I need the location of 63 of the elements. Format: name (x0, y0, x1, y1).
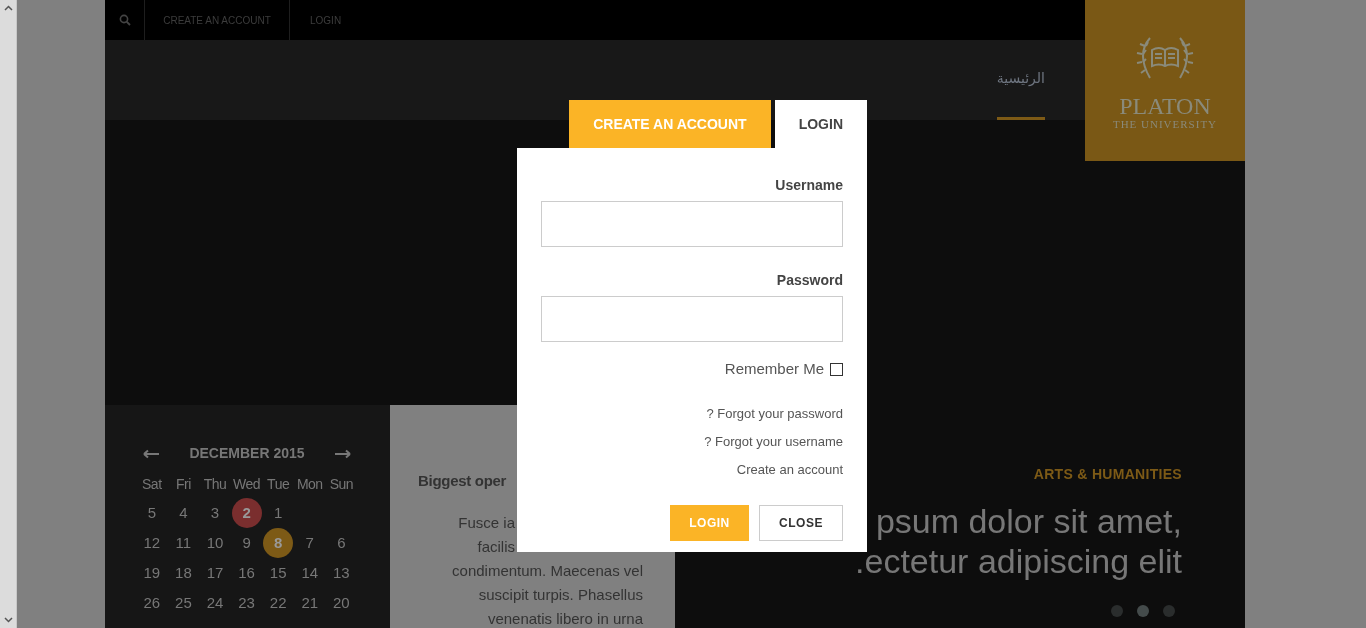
calendar-day[interactable]: 4 (168, 498, 199, 528)
previous-arrow-icon[interactable] (142, 448, 160, 459)
calendar-day[interactable]: 2 (231, 498, 262, 528)
weekday-label: Sat (141, 474, 163, 494)
weekday-label: Tue (266, 474, 291, 494)
calendar-day[interactable]: 5 (136, 498, 167, 528)
calendar-day[interactable]: 6 (326, 528, 357, 558)
calendar-day[interactable]: 3 (200, 498, 230, 528)
article-text: suscipit turpis. Phasellus (478, 584, 643, 605)
calendar-day[interactable]: 14 (294, 558, 325, 588)
calendar-day[interactable]: 26 (136, 588, 167, 618)
slide-heading: .ectetur adipiscing elit (855, 541, 1182, 581)
weekday-label: Fri (174, 474, 192, 494)
field-label: Password (776, 271, 843, 289)
input-field[interactable] (541, 201, 843, 247)
article-text: Fusce ia (458, 512, 515, 533)
calendar-day[interactable]: 7 (294, 528, 325, 558)
calendar-day[interactable]: 19 (136, 558, 167, 588)
calendar-day[interactable]: 8 (263, 528, 294, 558)
calendar-day[interactable]: 12 (136, 528, 167, 558)
scroll-down-icon[interactable] (3, 617, 13, 623)
article-text: venenatis libero in urna (487, 608, 643, 628)
weekday-label: Wed (232, 474, 262, 494)
modal-button[interactable]: CLOSE (759, 504, 843, 541)
scroll-up-icon[interactable] (3, 5, 13, 11)
modal-tab[interactable]: LOGIN (774, 100, 867, 148)
calendar-day[interactable]: 11 (168, 528, 199, 558)
checkbox-label: Remember Me (724, 359, 824, 379)
remember-checkbox[interactable] (830, 362, 843, 376)
calendar-day[interactable]: 15 (263, 558, 294, 588)
next-arrow-icon[interactable] (334, 448, 352, 459)
calendar-day[interactable]: 20 (326, 588, 357, 618)
article-text: condimentum. Maecenas vel (452, 560, 643, 581)
search-icon[interactable] (118, 14, 131, 26)
weekday-label: Mon (295, 474, 324, 494)
calendar-day[interactable]: 17 (200, 558, 230, 588)
calendar-day[interactable]: 24 (200, 588, 230, 618)
field-label: Username (775, 176, 843, 194)
laurel-book-icon (1134, 36, 1196, 80)
calendar-day[interactable]: 21 (294, 588, 325, 618)
calendar-month: DECEMBER 2015 (189, 444, 305, 463)
logo-title: PLATON (1119, 94, 1211, 118)
calendar-day[interactable]: 22 (263, 588, 294, 618)
slide-heading: psum dolor sit amet, (875, 501, 1182, 541)
logo-subtitle: THE UNIVERSITY (1112, 118, 1218, 130)
modal-link[interactable]: Create an account (736, 460, 843, 479)
input-field[interactable] (541, 296, 843, 342)
calendar-day[interactable]: 1 (263, 498, 294, 528)
calendar-day[interactable]: 10 (200, 528, 230, 558)
weekday-label: Sun (328, 474, 355, 494)
modal-link[interactable]: ? Forgot your username (704, 432, 843, 451)
article-text: facilis (477, 536, 515, 557)
article-title: Biggest oper (417, 471, 508, 491)
calendar-day[interactable]: 16 (231, 558, 262, 588)
scrollbar[interactable] (0, 0, 17, 628)
calendar-day[interactable]: 18 (168, 558, 199, 588)
calendar-day[interactable]: 23 (231, 588, 262, 618)
modal-link[interactable]: ? Forgot your password (706, 404, 843, 423)
slide-category: ARTS & HUMANITIES (1033, 465, 1182, 484)
calendar-day[interactable]: 13 (326, 558, 357, 588)
weekday-label: Thu (202, 474, 228, 494)
calendar-day[interactable]: 25 (168, 588, 199, 618)
calendar-day[interactable]: 9 (231, 528, 262, 558)
